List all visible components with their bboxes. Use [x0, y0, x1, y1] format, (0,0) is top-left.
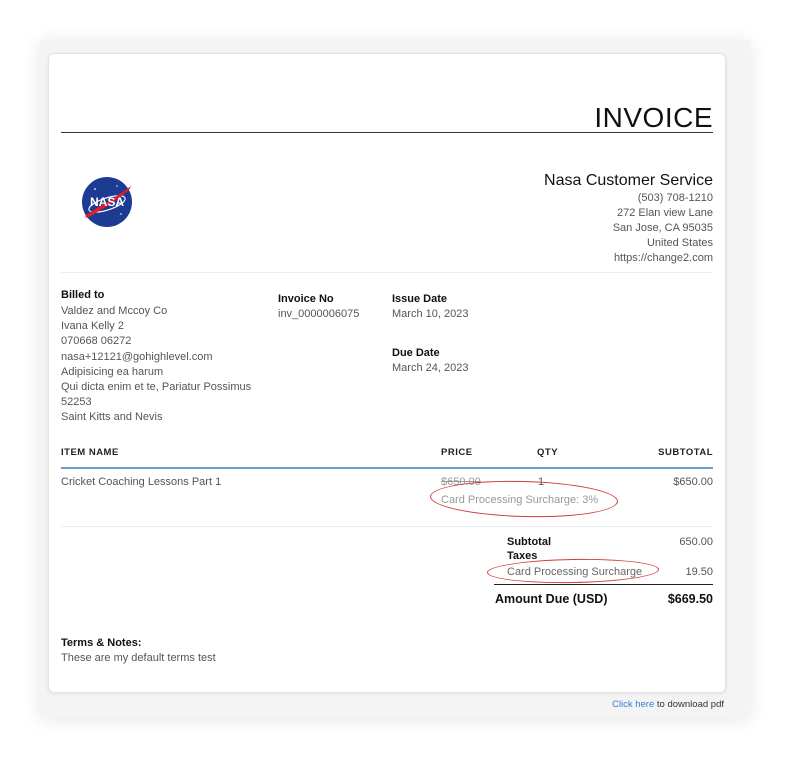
- item-name: Cricket Coaching Lessons Part 1: [61, 476, 222, 488]
- company-country: United States: [646, 237, 713, 249]
- billed-to-line: Qui dicta enim et te, Pariatur Possimus: [61, 381, 252, 394]
- invoice-card: INVOICE NASA Nasa Customer Service (503)…: [48, 53, 726, 693]
- row-divider: [61, 526, 713, 527]
- table-header-divider: [61, 467, 713, 469]
- terms-label: Terms & Notes:: [61, 637, 142, 649]
- invoice-no-value: inv_0000006075: [278, 308, 360, 320]
- annotation-circle: [429, 478, 619, 520]
- column-header-price: PRICE: [441, 447, 473, 458]
- billed-to-line: Valdez and Mccoy Co: [61, 305, 168, 317]
- nasa-logo: NASA: [82, 177, 132, 227]
- billed-to-line: Ivana Kelly 2: [61, 320, 124, 333]
- invoice-title: INVOICE: [594, 102, 713, 133]
- billed-to-line: 070668 06272: [61, 335, 132, 348]
- item-subtotal: $650.00: [673, 476, 713, 488]
- billed-to-label: Billed to: [61, 289, 105, 301]
- subtotal-label: Subtotal: [507, 536, 551, 548]
- due-date-label: Due Date: [392, 347, 440, 359]
- download-pdf-text: to download pdf: [656, 699, 724, 710]
- surcharge-value: 19.50: [685, 566, 713, 578]
- company-phone: (503) 708-1210: [637, 192, 713, 204]
- amount-due-label: Amount Due (USD): [495, 592, 608, 606]
- due-date-value: March 24, 2023: [392, 362, 469, 374]
- billed-to-block: Valdez and Mccoy Co Ivana Kelly 2 070668…: [61, 304, 251, 426]
- logo-text: NASA: [90, 195, 124, 209]
- column-header-subtotal: SUBTOTAL: [658, 447, 713, 458]
- company-address-line2: San Jose, CA 95035: [612, 222, 713, 234]
- issue-date-value: March 10, 2023: [392, 308, 469, 320]
- billed-to-line: Saint Kitts and Nevis: [61, 411, 163, 424]
- title-divider: [61, 132, 713, 133]
- total-divider: [494, 584, 713, 585]
- company-website: https://change2.com: [613, 252, 713, 264]
- terms-text: These are my default terms test: [61, 652, 216, 664]
- column-header-qty: QTY: [537, 447, 559, 458]
- download-pdf-link[interactable]: Click here: [612, 699, 654, 710]
- invoice-no-label: Invoice No: [278, 293, 334, 305]
- header-divider: [61, 272, 713, 273]
- company-address-line1: 272 Elan view Lane: [616, 207, 713, 219]
- column-header-item: ITEM NAME: [61, 447, 119, 458]
- issue-date-label: Issue Date: [392, 293, 448, 305]
- company-name: Nasa Customer Service: [544, 172, 713, 189]
- download-pdf-note: Click here to download pdf: [612, 699, 724, 710]
- subtotal-value: 650.00: [679, 536, 713, 548]
- amount-due-value: $669.50: [667, 592, 713, 606]
- billed-to-line: 52253: [61, 396, 92, 409]
- billed-to-line: nasa+12121@gohighlevel.com: [61, 350, 213, 363]
- billed-to-line: Adipisicing ea harum: [61, 365, 164, 378]
